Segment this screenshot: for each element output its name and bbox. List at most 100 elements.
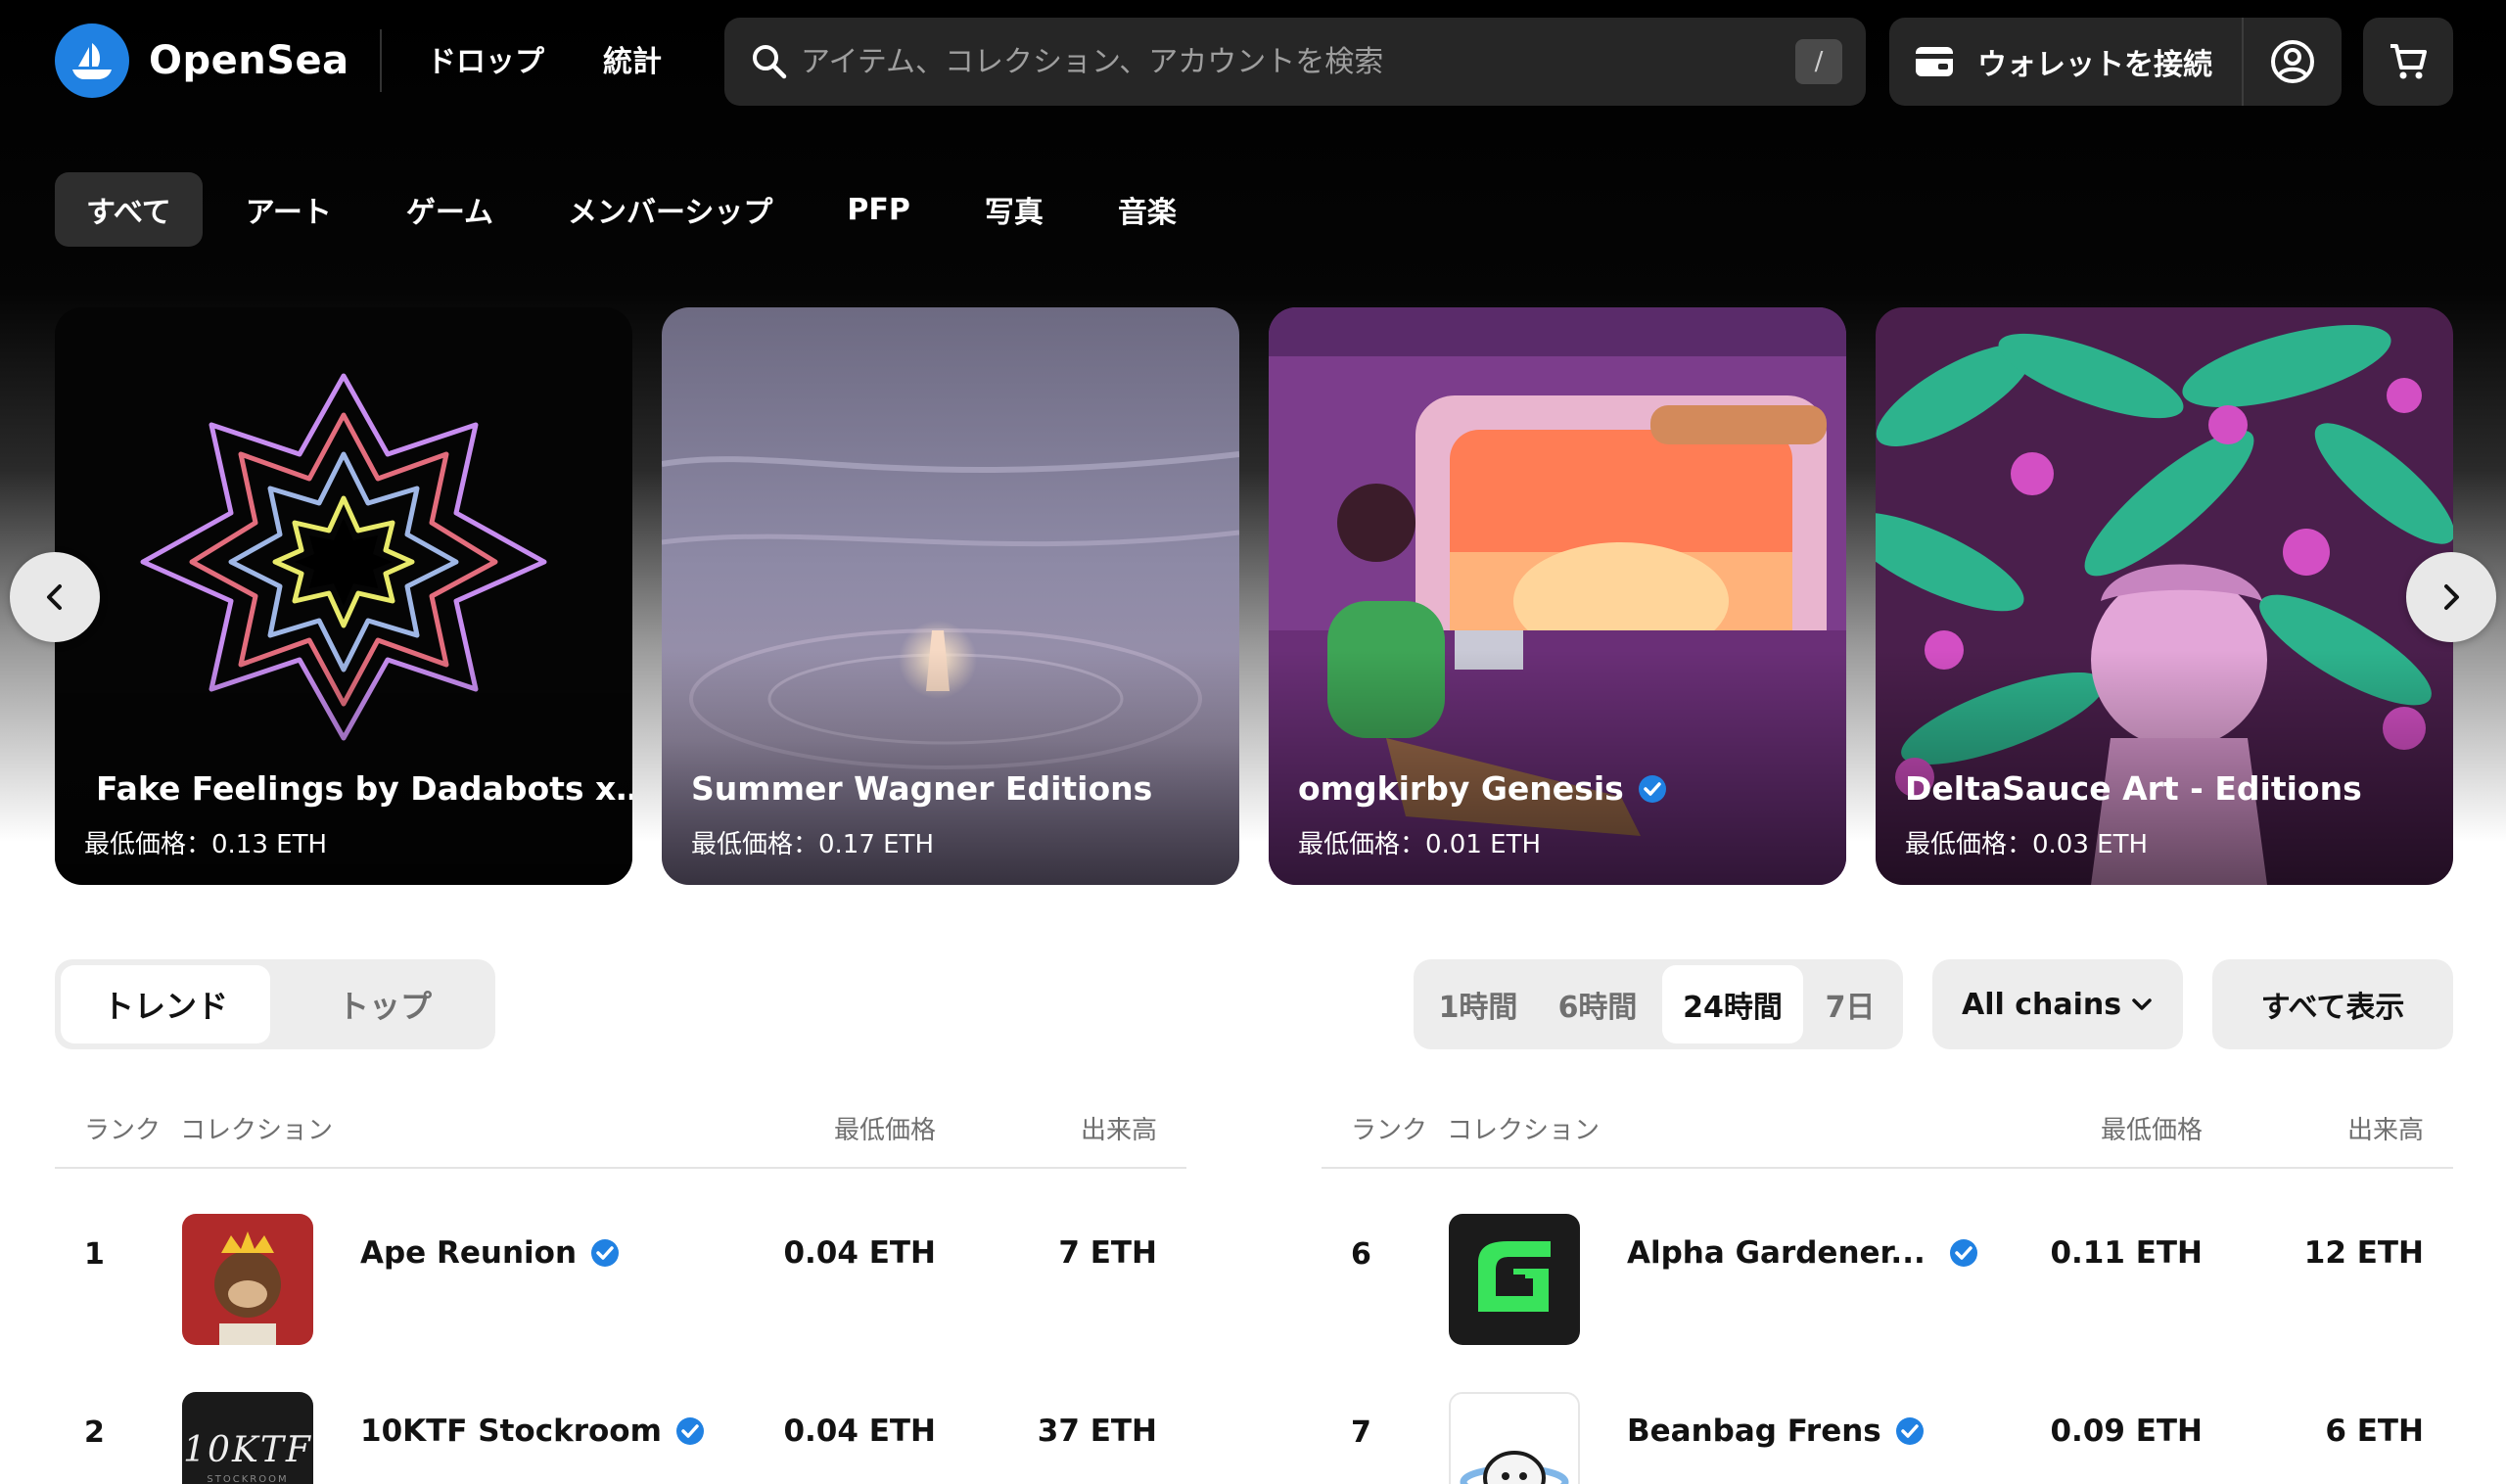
opensea-logo[interactable]: OpenSea	[55, 23, 349, 98]
nav-drops[interactable]: ドロップ	[427, 37, 544, 80]
collection-name[interactable]: Beanbag Frens	[1627, 1414, 1925, 1449]
timeframe-6h[interactable]: 6時間	[1539, 965, 1656, 1043]
category-art[interactable]: アート	[214, 172, 363, 247]
collection-name[interactable]: 10KTF Stockroom	[360, 1414, 705, 1449]
collection-name-text: 10KTF Stockroom	[360, 1414, 662, 1449]
category-photography[interactable]: 写真	[953, 172, 1075, 247]
card-floor-price: 最低価格：0.17 ETH	[691, 830, 935, 859]
thumbnail-logo-text: 10KTF	[183, 1430, 312, 1470]
card-title: Summer Wagner Editions	[691, 769, 1152, 808]
nav-stats[interactable]: 統計	[603, 37, 662, 80]
category-pfp[interactable]: PFP	[815, 172, 941, 247]
header-floor-price[interactable]: 最低価格	[2101, 1110, 2203, 1146]
account-icon	[2271, 40, 2314, 83]
header-floor-price[interactable]: 最低価格	[834, 1110, 936, 1146]
category-music[interactable]: 音楽	[1087, 172, 1208, 247]
header-rank: ランク	[1351, 1116, 1428, 1145]
header-divider	[380, 29, 382, 92]
header-volume[interactable]: 出来高	[2347, 1110, 2424, 1146]
featured-card[interactable]: omgkirby Genesis 最低価格：0.01 ETH	[1269, 307, 1846, 885]
floor-price: 0.09 ETH	[2050, 1414, 2203, 1449]
chevron-right-icon	[2444, 584, 2459, 610]
row-rank: 7	[1351, 1415, 1371, 1450]
ranking-tabs: トレンド トップ	[55, 959, 495, 1049]
top-nav: OpenSea ドロップ 統計 / ウォレットを接続	[0, 0, 2506, 122]
table-row[interactable]: 1 Ape Reunion 0.04 ETH 7 ETH	[55, 1169, 1186, 1347]
collections-table-right: ランク コレクション 最低価格 出来高 6 Alpha Gardener... …	[1322, 1096, 2453, 1484]
cart-button[interactable]	[2363, 18, 2453, 106]
wallet-group: ウォレットを接続	[1889, 18, 2342, 106]
search-icon	[753, 45, 787, 79]
category-tabs: すべて アート ゲーム メンバーシップ PFP 写真 音楽	[55, 172, 1220, 247]
chain-filter-dropdown[interactable]: All chains	[1932, 959, 2183, 1049]
chain-filter-label: All chains	[1962, 987, 2122, 1022]
card-title-text: Fake Feelings by Dadabots x…	[96, 769, 632, 808]
featured-card[interactable]: Fake Feelings by Dadabots x… 最低価格：0.13 E…	[55, 307, 632, 885]
table-header: ランク コレクション 最低価格 出来高	[1322, 1096, 2453, 1169]
table-row[interactable]: 6 Alpha Gardener... 0.11 ETH 12 ETH	[1322, 1169, 2453, 1347]
chevron-down-icon	[2132, 998, 2152, 1010]
volume: 12 ETH	[2303, 1235, 2424, 1271]
featured-card[interactable]: DeltaSauce Art - Editions 最低価格：0.03 ETH	[1876, 307, 2453, 885]
card-floor-price: 最低価格：0.03 ETH	[1905, 830, 2149, 859]
verified-badge-icon	[1949, 1239, 1977, 1267]
opensea-logo-icon	[55, 23, 129, 98]
header-volume[interactable]: 出来高	[1081, 1110, 1157, 1146]
carousel-prev-button[interactable]	[10, 552, 100, 642]
card-title-text: DeltaSauce Art - Editions	[1905, 769, 2362, 808]
cart-icon	[2390, 44, 2427, 79]
collection-thumbnail	[182, 1214, 313, 1345]
table-row[interactable]: 2 10KTF STOCKROOM 10KTF Stockroom 0.04 E…	[55, 1347, 1186, 1484]
profile-button[interactable]	[2244, 18, 2342, 106]
table-header: ランク コレクション 最低価格 出来高	[55, 1096, 1186, 1169]
carousel-next-button[interactable]	[2406, 552, 2496, 642]
search-input[interactable]	[801, 18, 1682, 106]
volume: 7 ETH	[1058, 1235, 1157, 1271]
featured-card[interactable]: Summer Wagner Editions 最低価格：0.17 ETH	[662, 307, 1239, 885]
category-memberships[interactable]: メンバーシップ	[536, 172, 804, 247]
header-collection: コレクション	[180, 1116, 334, 1145]
card-title: Fake Feelings by Dadabots x…	[84, 769, 632, 808]
volume: 37 ETH	[1037, 1414, 1157, 1449]
connect-wallet-label: ウォレットを接続	[1977, 48, 2212, 82]
timeframe-7d[interactable]: 7日	[1803, 965, 1897, 1043]
wallet-icon	[1916, 47, 1953, 76]
collection-thumbnail: 10KTF STOCKROOM	[182, 1392, 313, 1484]
timeframe-24h[interactable]: 24時間	[1662, 965, 1803, 1043]
volume: 6 ETH	[2325, 1414, 2424, 1449]
verified-badge-icon	[1895, 1417, 1924, 1445]
category-gaming[interactable]: ゲーム	[375, 172, 525, 247]
floor-price: 0.11 ETH	[2050, 1235, 2203, 1271]
search-shortcut-key: /	[1795, 39, 1842, 84]
card-title: DeltaSauce Art - Editions	[1905, 769, 2362, 808]
floor-price: 0.04 ETH	[783, 1414, 936, 1449]
chevron-left-icon	[47, 584, 62, 610]
timeframe-selector: 1時間 6時間 24時間 7日	[1414, 959, 1903, 1049]
collection-thumbnail	[1449, 1392, 1580, 1484]
card-title-text: Summer Wagner Editions	[691, 769, 1153, 808]
tab-top[interactable]: トップ	[280, 965, 489, 1043]
header-rank: ランク	[84, 1116, 162, 1145]
view-all-button[interactable]: すべて表示	[2212, 959, 2453, 1049]
search-bar[interactable]: /	[724, 18, 1866, 106]
brand-name: OpenSea	[149, 38, 349, 83]
card-title-text: omgkirby Genesis	[1298, 769, 1624, 808]
connect-wallet-button[interactable]: ウォレットを接続	[1889, 18, 2242, 106]
collection-name[interactable]: Alpha Gardener...	[1627, 1235, 1978, 1271]
row-rank: 6	[1351, 1237, 1371, 1272]
table-row[interactable]: 7 Beanbag Frens 0.09 ETH 6 ETH	[1322, 1347, 2453, 1484]
row-rank: 1	[84, 1237, 105, 1272]
collection-name[interactable]: Ape Reunion	[360, 1235, 620, 1271]
verified-badge-icon	[675, 1417, 704, 1445]
thumbnail-logo-subtext: STOCKROOM	[207, 1474, 289, 1484]
collections-table-left: ランク コレクション 最低価格 出来高 1 Ape Reunion 0.04 E…	[55, 1096, 1186, 1484]
collection-thumbnail	[1449, 1214, 1580, 1345]
header-collection: コレクション	[1447, 1116, 1601, 1145]
category-all[interactable]: すべて	[55, 172, 203, 247]
verified-badge-icon	[591, 1239, 620, 1267]
floor-price: 0.04 ETH	[783, 1235, 936, 1271]
card-title: omgkirby Genesis	[1298, 769, 1667, 808]
verified-badge-icon	[1638, 774, 1666, 803]
timeframe-1h[interactable]: 1時間	[1419, 965, 1537, 1043]
tab-trending[interactable]: トレンド	[61, 965, 270, 1043]
